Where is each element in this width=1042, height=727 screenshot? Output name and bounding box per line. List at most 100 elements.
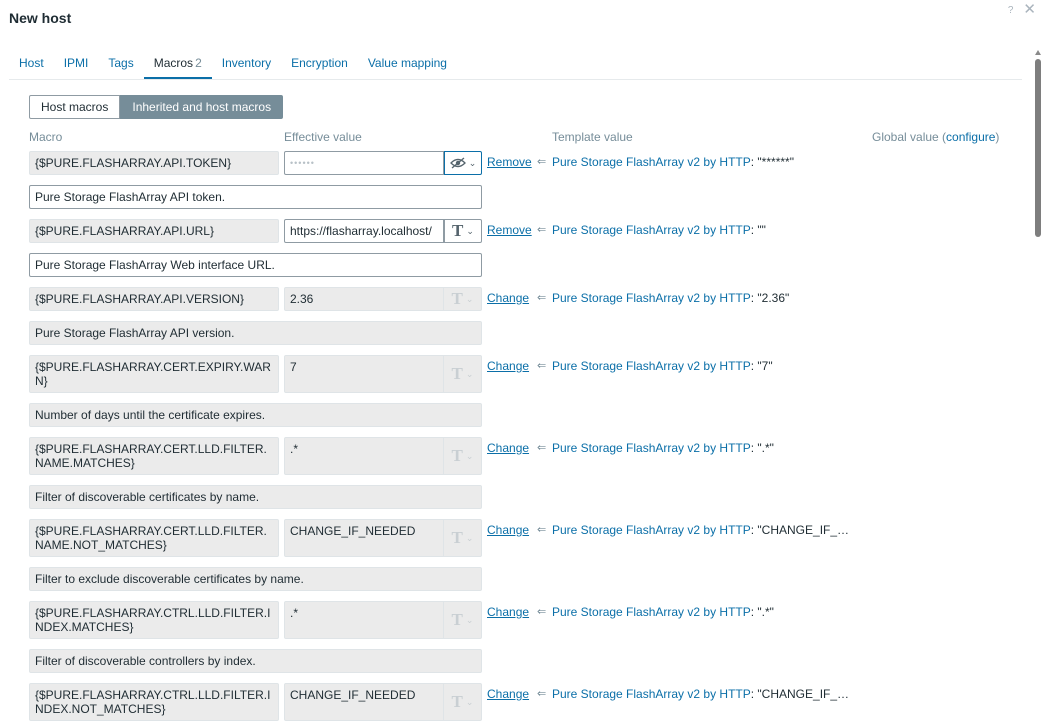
arrow-left-icon: ⇐ <box>537 292 547 304</box>
tab-label: Tags <box>108 56 134 70</box>
macro-remove-link[interactable]: Remove <box>487 223 532 237</box>
configure-link[interactable]: configure <box>946 130 995 144</box>
text-type-icon: T <box>451 446 463 465</box>
arrow-left-icon: ⇐ <box>537 524 547 536</box>
arrow-left-icon: ⇐ <box>537 442 547 454</box>
macro-description-field[interactable]: Pure Storage FlashArray Web interface UR… <box>29 253 482 277</box>
scrollbar[interactable] <box>1034 48 1042 727</box>
macro-change-link[interactable]: Change <box>487 687 529 701</box>
host-macros-button[interactable]: Host macros <box>29 95 121 119</box>
macro-value-group: •••••• ⌄ <box>284 151 482 175</box>
template-value: Pure Storage FlashArray v2 by HTTP: ".*" <box>552 441 774 455</box>
macro-change-link[interactable]: Change <box>487 441 529 455</box>
value-type-dropdown: T ⌄ <box>444 683 482 721</box>
template-link[interactable]: Pure Storage FlashArray v2 by HTTP <box>552 605 751 619</box>
arrow-left-icon: ⇐ <box>537 360 547 372</box>
help-icon[interactable]: ? <box>1008 5 1014 16</box>
tab-count-badge: 2 <box>195 56 202 70</box>
value-type-dropdown: T ⌄ <box>444 437 482 475</box>
tab-label: Inventory <box>221 56 272 70</box>
close-icon[interactable]: ✕ <box>1023 2 1036 17</box>
macro-column-header: Macro <box>29 130 63 144</box>
arrow-left-icon: ⇐ <box>537 224 547 236</box>
macros-view-toggle: Host macros Inherited and host macros <box>29 95 284 119</box>
inherited-macros-button[interactable]: Inherited and host macros <box>120 95 284 119</box>
macro-name-field: {$PURE.FLASHARRAY.API.VERSION} <box>29 287 279 311</box>
template-link[interactable]: Pure Storage FlashArray v2 by HTTP <box>552 359 751 373</box>
macro-description-field: Pure Storage FlashArray API version. <box>29 321 482 345</box>
template-value: Pure Storage FlashArray v2 by HTTP: "7" <box>552 359 773 373</box>
template-value-text: : "CHANGE_IF_… <box>750 687 850 701</box>
chevron-down-icon: ⌄ <box>466 225 474 236</box>
template-link[interactable]: Pure Storage FlashArray v2 by HTTP <box>552 441 751 455</box>
template-value-text: : "CHANGE_IF_… <box>750 523 850 537</box>
macro-value-input: CHANGE_IF_NEEDED <box>284 683 444 721</box>
tab-inventory[interactable]: Inventory <box>212 48 281 79</box>
value-type-dropdown: T ⌄ <box>444 287 482 311</box>
text-type-icon: T <box>451 610 463 629</box>
macro-value-group: CHANGE_IF_NEEDED T ⌄ <box>284 683 482 721</box>
template-link[interactable]: Pure Storage FlashArray v2 by HTTP <box>552 223 751 237</box>
template-value: Pure Storage FlashArray v2 by HTTP: "***… <box>552 155 794 169</box>
template-value-text: : "2.36" <box>750 291 790 305</box>
effective-value-column-header: Effective value <box>284 130 362 144</box>
macro-value-input[interactable]: •••••• <box>284 151 444 175</box>
dialog-title: New host <box>9 10 72 26</box>
scroll-up-arrow-icon[interactable] <box>1035 50 1041 55</box>
value-type-dropdown[interactable]: ⌄ <box>444 151 482 175</box>
macro-description-field: Filter of discoverable certificates by n… <box>29 485 482 509</box>
tab-host[interactable]: Host <box>9 48 54 79</box>
macro-change-link[interactable]: Change <box>487 605 529 619</box>
macro-description-field: Filter to exclude discoverable certifica… <box>29 567 482 591</box>
macro-name-field: {$PURE.FLASHARRAY.CTRL.LLD.FILTER.INDEX.… <box>29 601 279 639</box>
macro-change-link[interactable]: Change <box>487 523 529 537</box>
arrow-left-icon: ⇐ <box>537 156 547 168</box>
text-type-icon: T <box>451 364 463 383</box>
template-link[interactable]: Pure Storage FlashArray v2 by HTTP <box>552 155 751 169</box>
value-type-dropdown: T ⌄ <box>444 519 482 557</box>
template-link[interactable]: Pure Storage FlashArray v2 by HTTP <box>552 687 751 701</box>
macro-name-field: {$PURE.FLASHARRAY.API.TOKEN} <box>29 151 279 175</box>
macro-name-field: {$PURE.FLASHARRAY.CERT.LLD.FILTER.NAME.M… <box>29 437 279 475</box>
dialog-header-icons: ? ✕ <box>1008 2 1036 17</box>
macro-value-group: CHANGE_IF_NEEDED T ⌄ <box>284 519 482 557</box>
tab-value-mapping[interactable]: Value mapping <box>358 48 457 79</box>
macro-name-field: {$PURE.FLASHARRAY.API.URL} <box>29 219 279 243</box>
text-type-icon: T <box>451 528 463 547</box>
chevron-down-icon: ⌄ <box>465 368 474 379</box>
chevron-down-icon: ⌄ <box>465 532 474 543</box>
template-value-text: : "******" <box>750 155 794 169</box>
tab-ipmi[interactable]: IPMI <box>54 48 99 79</box>
scrollbar-thumb[interactable] <box>1035 59 1041 237</box>
macro-value-input: 2.36 <box>284 287 444 311</box>
chevron-down-icon: ⌄ <box>465 450 474 461</box>
macro-remove-link[interactable]: Remove <box>487 155 532 169</box>
macro-name-field: {$PURE.FLASHARRAY.CERT.LLD.FILTER.NAME.N… <box>29 519 279 557</box>
tab-label: Value mapping <box>367 56 447 70</box>
global-value-label: Global value ( <box>872 130 947 144</box>
tab-label: Macros <box>153 56 194 70</box>
tab-macros[interactable]: Macros 2 <box>143 48 212 79</box>
value-type-dropdown: T ⌄ <box>444 355 482 393</box>
tab-label: IPMI <box>63 56 89 70</box>
macro-value-group: https://flasharray.localhost/ T ⌄ <box>284 219 482 243</box>
template-link[interactable]: Pure Storage FlashArray v2 by HTTP <box>552 291 751 305</box>
template-value: Pure Storage FlashArray v2 by HTTP: "" <box>552 223 766 237</box>
macro-value-group: .* T ⌄ <box>284 601 482 639</box>
template-value-column-header: Template value <box>552 130 633 144</box>
macro-change-link[interactable]: Change <box>487 359 529 373</box>
template-value-text: : ".*" <box>750 441 774 455</box>
macro-name-field: {$PURE.FLASHARRAY.CERT.EXPIRY.WARN} <box>29 355 279 393</box>
macro-name-field: {$PURE.FLASHARRAY.CTRL.LLD.FILTER.INDEX.… <box>29 683 279 721</box>
macro-value-input[interactable]: https://flasharray.localhost/ <box>284 219 444 243</box>
macro-value-input: 7 <box>284 355 444 393</box>
template-value-text: : "7" <box>750 359 773 373</box>
macro-change-link[interactable]: Change <box>487 291 529 305</box>
tab-encryption[interactable]: Encryption <box>281 48 358 79</box>
macro-description-field[interactable]: Pure Storage FlashArray API token. <box>29 185 482 209</box>
tab-tags[interactable]: Tags <box>98 48 143 79</box>
value-type-dropdown[interactable]: T ⌄ <box>444 219 482 243</box>
eye-slash-icon <box>449 157 466 169</box>
template-link[interactable]: Pure Storage FlashArray v2 by HTTP <box>552 523 751 537</box>
tab-bar: Host IPMI Tags Macros 2 Inventory Encrypt… <box>9 48 1022 80</box>
